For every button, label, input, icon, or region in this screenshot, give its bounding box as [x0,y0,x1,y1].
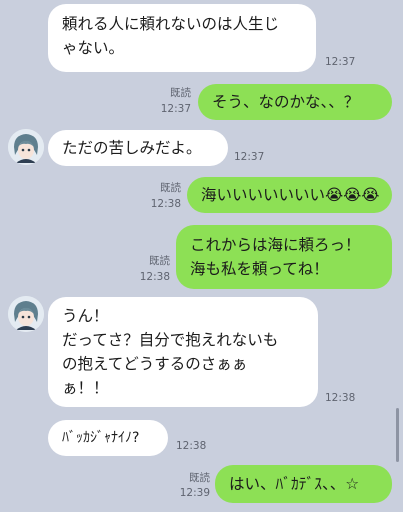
message-time: 12:37 [160,103,191,115]
message-bubble-incoming[interactable]: 頼れる人に頼れないのは人生じ ゃない。 [48,4,316,72]
message-bubble-incoming[interactable]: ﾊﾞｯｶｼﾞｬﾅｲﾉ? [48,420,168,456]
message-bubble-outgoing[interactable]: これからは海に頼ろっ！ 海も私を頼ってね！ [176,225,392,289]
read-receipt: 既読 [170,87,191,99]
message-text: ゃない。 [62,39,125,57]
message-text: うん！ [62,307,109,325]
avatar-image [8,296,44,332]
message-text: 海も私を頼ってね！ [190,260,329,278]
message-text: だってさ？自分で抱えれないも [62,331,279,349]
message-text: 海いいいいいいい😭😭😭 [201,186,380,204]
read-receipt: 既読 [189,472,210,484]
message-bubble-outgoing[interactable]: はい、ﾊﾞｶﾃﾞｽ、、☆ [215,465,392,503]
message-text: 頼れる人に頼れないのは人生じ [62,15,280,33]
avatar-image [8,129,44,165]
avatar[interactable] [8,129,44,165]
read-receipt: 既読 [160,182,181,194]
message-bubble-outgoing[interactable]: 海いいいいいいい😭😭😭 [187,177,392,213]
message-text: ﾊﾞｯｶｼﾞｬﾅｲﾉ? [62,430,140,446]
message-time: 12:38 [150,198,181,210]
message-time: 12:38 [176,440,207,452]
message-bubble-outgoing[interactable]: そう、なのかな、、？ [198,84,392,120]
avatar[interactable] [8,296,44,332]
message-text: そう、なのかな、、？ [212,93,360,111]
message-time: 12:39 [179,487,210,499]
message-text: はい、ﾊﾞｶﾃﾞｽ、、☆ [229,475,360,493]
message-time: 12:38 [325,392,356,404]
message-text: ただの苦しみだよ。 [62,139,202,157]
message-text: これからは海に頼ろっ！ [190,236,361,254]
message-time: 12:37 [325,56,356,68]
message-bubble-incoming[interactable]: うん！ だってさ？自分で抱えれないも の抱えてどうするのさぁぁ ぁ！！ [48,297,318,407]
message-time: 12:38 [139,271,170,283]
scrollbar[interactable] [396,408,399,462]
message-text: の抱えてどうするのさぁぁ [62,355,248,373]
message-bubble-incoming[interactable]: ただの苦しみだよ。 [48,130,228,166]
message-time: 12:37 [234,151,265,163]
read-receipt: 既読 [149,255,170,267]
message-text: ぁ！！ [62,379,109,397]
